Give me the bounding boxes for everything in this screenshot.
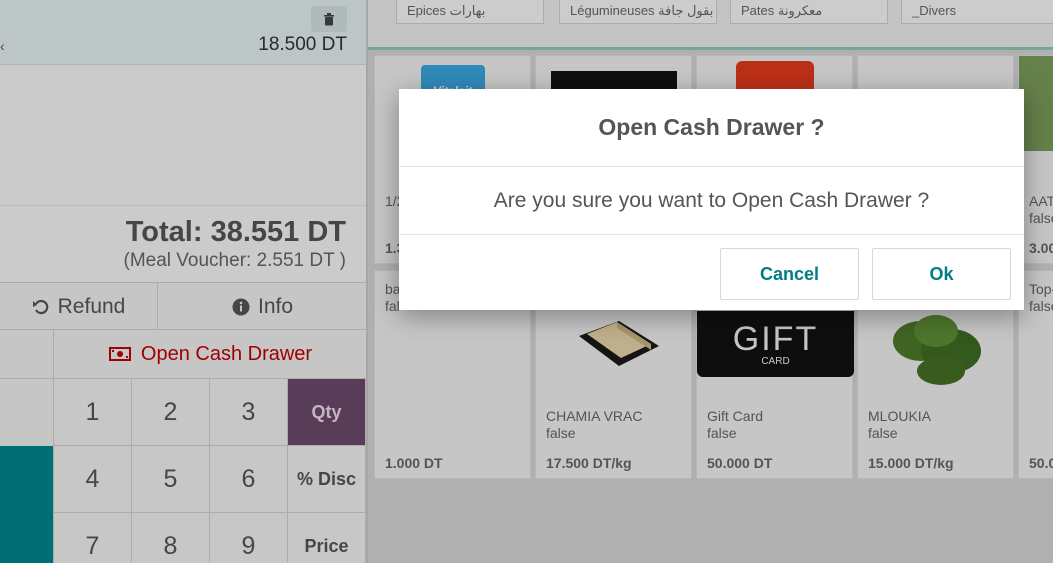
ok-button[interactable]: Ok bbox=[872, 248, 1011, 300]
dialog-title: Open Cash Drawer ? bbox=[399, 89, 1024, 167]
cancel-button[interactable]: Cancel bbox=[720, 248, 859, 300]
confirm-dialog: Open Cash Drawer ? Are you sure you want… bbox=[399, 89, 1024, 310]
dialog-message: Are you sure you want to Open Cash Drawe… bbox=[399, 167, 1024, 235]
